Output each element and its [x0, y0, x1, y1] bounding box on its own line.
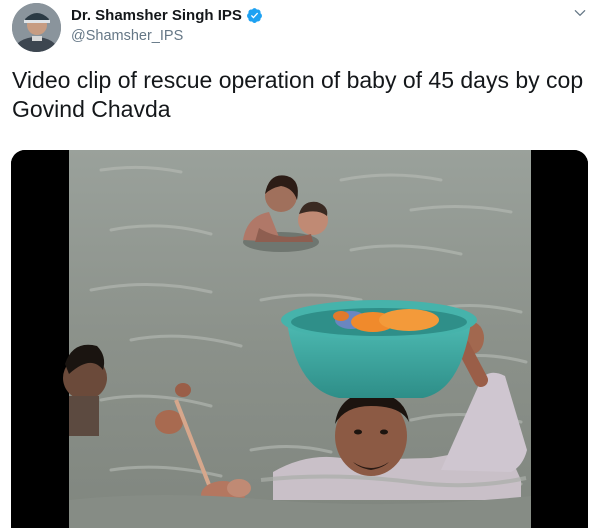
- author-block: Dr. Shamsher Singh IPS @Shamsher_IPS: [71, 6, 263, 44]
- avatar[interactable]: [12, 3, 61, 52]
- verified-badge-icon: [246, 7, 262, 23]
- chevron-down-icon[interactable]: [573, 6, 587, 20]
- handle[interactable]: @Shamsher_IPS: [71, 29, 263, 44]
- video-player[interactable]: [11, 150, 588, 528]
- name-row: Dr. Shamsher Singh IPS: [71, 6, 263, 24]
- video-frame: [11, 150, 588, 528]
- tweet-text: Video clip of rescue operation of baby o…: [12, 67, 584, 122]
- display-name[interactable]: Dr. Shamsher Singh IPS: [71, 8, 242, 23]
- avatar-image: [12, 3, 61, 52]
- tweet-card: Dr. Shamsher Singh IPS @Shamsher_IPS Vid…: [0, 0, 599, 528]
